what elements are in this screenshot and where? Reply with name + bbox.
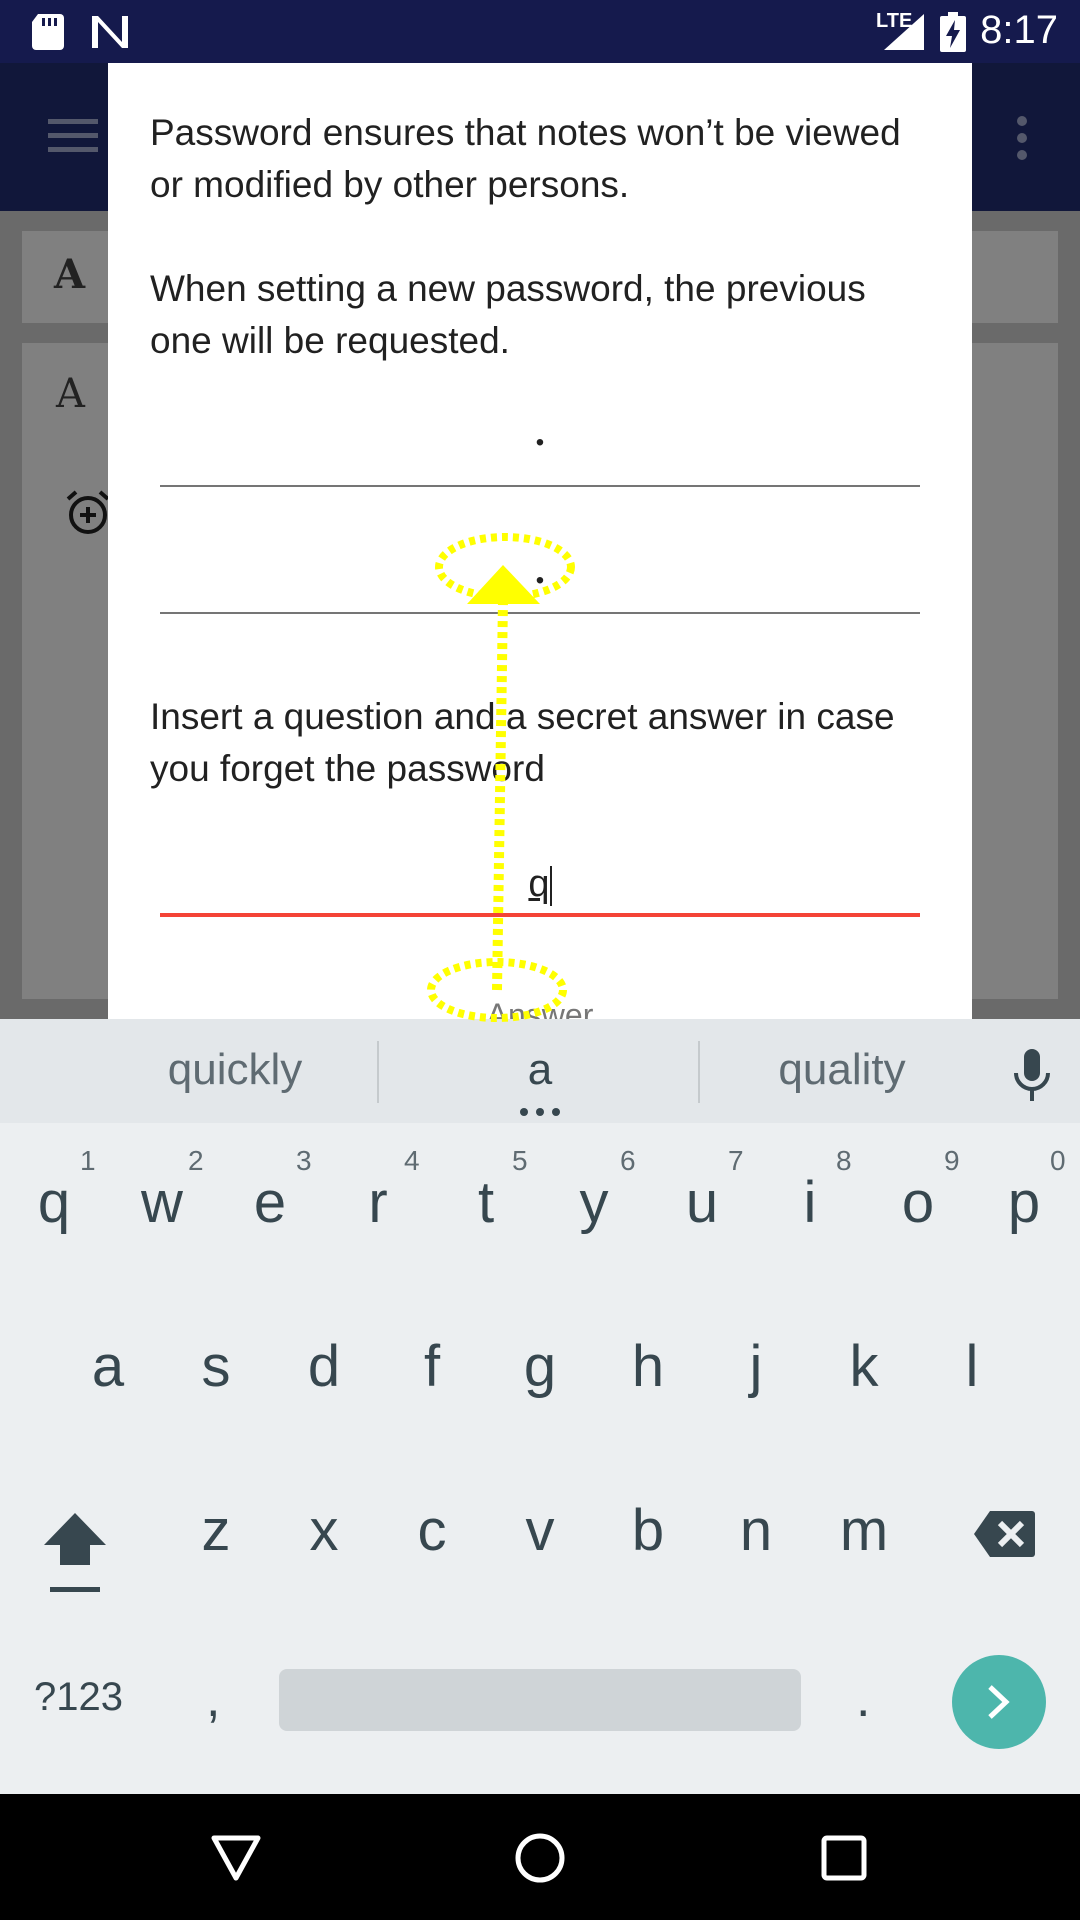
security-question-value: q [528,863,550,905]
shift-icon[interactable] [40,1509,110,1595]
status-bar: LTE 8:17 [0,0,1080,63]
answer-hint: Answer [486,997,594,1019]
password-change-note: When setting a new password, the previou… [150,268,866,361]
key-k[interactable]: k [810,1333,918,1400]
suggestion-left[interactable]: quickly [105,1045,365,1095]
add-alarm-icon[interactable] [64,489,112,537]
suggestion-divider [377,1041,379,1103]
key-t[interactable]: t [432,1169,540,1236]
key-q[interactable]: q [0,1169,108,1236]
password-dialog: Password ensures that notes won’t be vie… [108,63,972,1019]
key-x[interactable]: x [270,1497,378,1564]
more-suggestions-icon[interactable] [518,1107,562,1117]
password-field[interactable]: • [160,429,920,457]
comma-key[interactable]: , [206,1669,220,1729]
home-icon[interactable] [514,1832,566,1884]
answer-field[interactable]: Answer [160,997,920,1019]
key-v[interactable]: v [486,1497,594,1564]
security-question-underline [160,913,920,917]
note-initial: A [56,371,85,417]
key-d[interactable]: d [270,1333,378,1400]
suggestion-center[interactable]: a [410,1045,670,1095]
signal-icon [884,14,924,50]
key-b[interactable]: b [594,1497,702,1564]
key-r[interactable]: r [324,1169,432,1236]
key-h[interactable]: h [594,1333,702,1400]
key-j[interactable]: j [702,1333,810,1400]
key-a[interactable]: a [54,1333,162,1400]
backspace-icon[interactable] [972,1509,1036,1559]
keyboard: quickly a quality 1 q 2 w 3 e 4 r 5 t 6 … [0,1019,1080,1794]
security-question-field[interactable]: q [160,863,920,906]
navigation-bar [0,1794,1080,1920]
suggestion-strip: quickly a quality [0,1019,1080,1123]
key-p[interactable]: p [970,1169,1078,1236]
key-o[interactable]: o [864,1169,972,1236]
key-m[interactable]: m [810,1497,918,1564]
key-i[interactable]: i [756,1169,864,1236]
confirm-password-underline [160,612,920,614]
n-notification-icon [92,16,128,48]
key-g[interactable]: g [486,1333,594,1400]
suggestion-divider [698,1041,700,1103]
password-description: Password ensures that notes won’t be vie… [150,112,901,205]
key-e[interactable]: e [216,1169,324,1236]
key-f[interactable]: f [378,1333,486,1400]
confirm-password-field[interactable]: • [160,567,920,595]
battery-charging-icon [940,12,966,52]
suggestion-right[interactable]: quality [712,1045,972,1095]
key-n[interactable]: n [702,1497,810,1564]
key-c[interactable]: c [378,1497,486,1564]
title-initial: A [54,251,86,298]
symbols-key[interactable]: ?123 [34,1675,123,1720]
text-cursor [549,865,552,906]
key-y[interactable]: y [540,1169,648,1236]
clock: 8:17 [980,8,1058,52]
microphone-icon[interactable] [1012,1047,1052,1105]
period-key[interactable]: . [856,1669,870,1729]
key-s[interactable]: s [162,1333,270,1400]
next-button[interactable] [952,1655,1046,1749]
sd-card-icon [32,14,64,50]
back-icon[interactable] [210,1834,262,1882]
chevron-right-icon [988,1685,1010,1719]
key-w[interactable]: w [108,1169,216,1236]
recents-icon[interactable] [820,1834,868,1882]
space-bar[interactable] [279,1669,801,1731]
key-z[interactable]: z [162,1497,270,1564]
security-question-instructions: Insert a question and a secret answer in… [150,696,895,789]
password-field-underline [160,485,920,487]
key-l[interactable]: l [918,1333,1026,1400]
key-u[interactable]: u [648,1169,756,1236]
